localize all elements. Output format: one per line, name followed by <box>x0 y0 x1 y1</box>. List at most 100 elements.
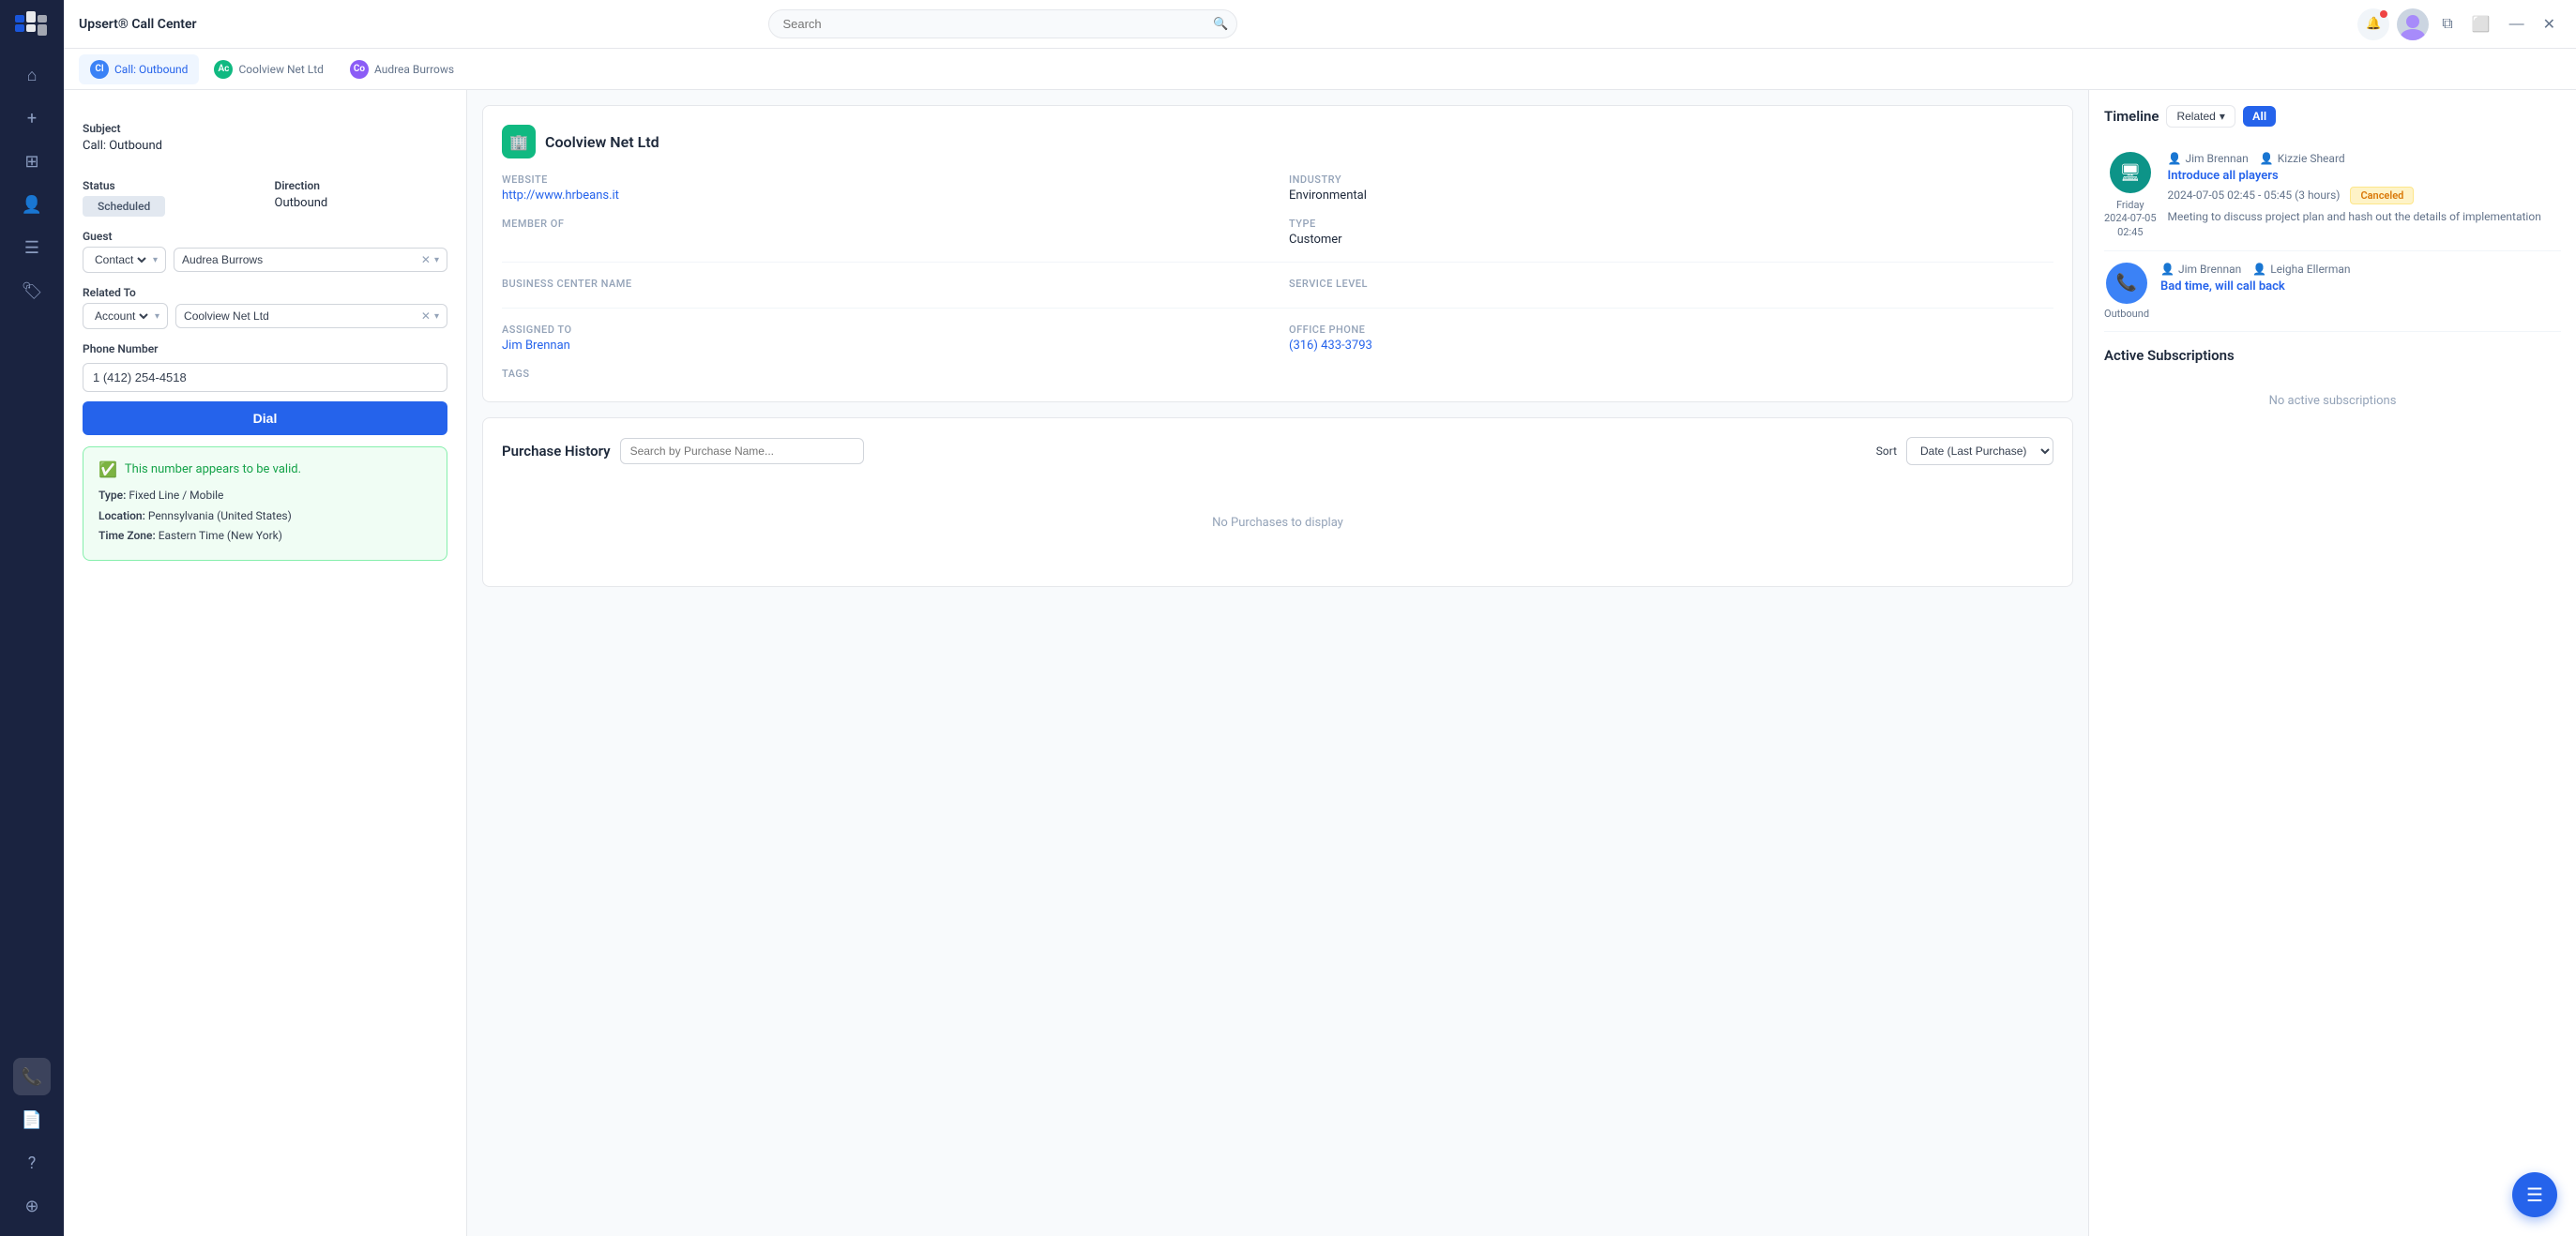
related-label: Related <box>2176 110 2215 123</box>
office-phone-value[interactable]: (316) 433-3793 <box>1289 339 2053 353</box>
related-name-input[interactable] <box>184 309 417 323</box>
guest-type-dropdown[interactable]: Contact <box>91 252 149 267</box>
tab-bar: Cl Call: Outbound Ac Coolview Net Ltd Co… <box>64 49 2576 90</box>
timeline-user1-2[interactable]: 👤 Jim Brennan <box>2160 263 2241 276</box>
dial-button[interactable]: Dial <box>83 401 447 435</box>
tab-badge-coolview: Ac <box>214 60 233 79</box>
fab-button[interactable]: ☰ <box>2512 1172 2557 1217</box>
tab-coolview[interactable]: Ac Coolview Net Ltd <box>203 54 335 84</box>
sort-select[interactable]: Date (Last Purchase) Date (First Purchas… <box>1906 437 2053 465</box>
timeline-users-1: 👤 Jim Brennan 👤 Kizzie Sheard <box>2168 152 2561 165</box>
related-clear-button[interactable]: ✕ <box>421 309 431 323</box>
tags-field: Tags <box>502 368 1266 383</box>
timeline-event-title-1[interactable]: Introduce all players <box>2168 169 2561 183</box>
related-type-select[interactable]: Account ▾ <box>83 303 168 329</box>
home-icon[interactable]: ⌂ <box>13 56 51 94</box>
timeline-users-2: 👤 Jim Brennan 👤 Leigha Ellerman <box>2160 263 2561 276</box>
user-avatar[interactable] <box>2397 8 2429 40</box>
check-icon: ✅ <box>98 460 117 478</box>
related-chevron: ▾ <box>2220 110 2225 123</box>
guest-name-input[interactable] <box>182 253 417 266</box>
canceled-badge: Canceled <box>2350 187 2414 204</box>
tab-label-audrea: Audrea Burrows <box>374 63 454 76</box>
search-bar: 🔍 <box>768 9 1237 38</box>
user-icon-1: 👤 <box>2168 152 2182 165</box>
timeline-user1-1[interactable]: 👤 Jim Brennan <box>2168 152 2249 165</box>
timeline-desc-1: Meeting to discuss project plan and hash… <box>2168 208 2561 225</box>
phone-label: Phone Number <box>83 342 447 355</box>
app-logo[interactable] <box>15 11 49 41</box>
search-input[interactable] <box>768 9 1237 38</box>
business-center-label: Business Center Name <box>502 278 1266 290</box>
account-fields: Website http://www.hrbeans.it Industry E… <box>502 173 2053 247</box>
tab-badge-audrea: Co <box>350 60 369 79</box>
related-to-label: Related To <box>83 286 447 299</box>
guest-clear-button[interactable]: ✕ <box>421 253 431 266</box>
modules-icon[interactable]: ⊕ <box>13 1187 51 1225</box>
account-card-icon: 🏢 <box>502 125 536 158</box>
tab-call-outbound[interactable]: Cl Call: Outbound <box>79 54 199 84</box>
documents-icon[interactable]: 📄 <box>13 1101 51 1138</box>
account-fields-2: Business Center Name Service Level <box>502 278 2053 293</box>
grid-icon[interactable]: ⊞ <box>13 143 51 180</box>
notification-dot <box>2380 10 2387 18</box>
related-button[interactable]: Related ▾ <box>2166 105 2235 128</box>
industry-value: Environmental <box>1289 188 2053 203</box>
related-type-dropdown[interactable]: Account <box>91 309 151 324</box>
validity-box: ✅ This number appears to be valid. Type:… <box>83 446 447 561</box>
industry-field: Industry Environmental <box>1289 173 2053 203</box>
middle-panel: 🏢 Coolview Net Ltd Website http://www.hr… <box>467 90 2088 1236</box>
timeline-user2-2[interactable]: 👤 Leigha Ellerman <box>2252 263 2350 276</box>
tags-label: Tags <box>502 368 1266 380</box>
guest-type-chevron: ▾ <box>153 255 158 265</box>
notification-bell[interactable]: 🔔 <box>2357 8 2389 40</box>
close-button[interactable]: ✕ <box>2538 9 2561 39</box>
account-fields-3: Assigned to Jim Brennan Office Phone (31… <box>502 324 2053 383</box>
purchase-search-input[interactable] <box>620 438 864 464</box>
left-panel: Subject Call: Outbound Status Scheduled … <box>64 90 467 1236</box>
guest-type-select[interactable]: Contact ▾ <box>83 247 166 273</box>
related-type-chevron: ▾ <box>155 311 159 322</box>
search-icon: 🔍 <box>1213 17 1228 31</box>
timeline-date-val-1: 2024-07-05 <box>2104 212 2157 225</box>
assigned-to-value[interactable]: Jim Brennan <box>502 339 1266 353</box>
member-of-field: Member of <box>502 218 1266 247</box>
no-subscriptions-message: No active subscriptions <box>2104 375 2561 427</box>
campaigns-icon[interactable]: 🏷 <box>13 272 51 309</box>
timeline-date-1: Friday 2024-07-05 02:45 <box>2104 199 2157 239</box>
timeline-item-1: 🖥 Friday 2024-07-05 02:45 👤 Jim Brennan <box>2104 141 2561 251</box>
office-phone-field: Office Phone (316) 433-3793 <box>1289 324 2053 353</box>
user-icon-2: 👤 <box>2260 152 2274 165</box>
timeline-content-1: 👤 Jim Brennan 👤 Kizzie Sheard Introduce … <box>2168 152 2561 239</box>
minimize-button[interactable]: — <box>2504 10 2530 38</box>
right-panel: Timeline Related ▾ All 🖥 Friday 2024-07-… <box>2088 90 2576 1236</box>
account-card-title: Coolview Net Ltd <box>545 133 659 151</box>
topbar-title: Upsert® Call Center <box>79 17 197 32</box>
timeline-day-1: Friday <box>2104 199 2157 212</box>
new-item-icon[interactable]: + <box>13 99 51 137</box>
external-link-button[interactable]: ⧉ <box>2436 10 2458 38</box>
topbar: Upsert® Call Center 🔍 🔔 ⧉ ⬜ — ✕ <box>64 0 2576 49</box>
content-area: Subject Call: Outbound Status Scheduled … <box>64 90 2576 1236</box>
contacts-icon[interactable]: 👤 <box>13 186 51 223</box>
website-field: Website http://www.hrbeans.it <box>502 173 1266 203</box>
direction-value: Outbound <box>275 196 448 210</box>
phone-sidebar-icon[interactable]: 📞 <box>13 1058 51 1095</box>
purchase-history-card: Purchase History Sort Date (Last Purchas… <box>482 417 2073 587</box>
type-label: Type: <box>98 489 126 502</box>
reports-icon[interactable]: ☰ <box>13 229 51 266</box>
timeline-time-range-1: 2024-07-05 02:45 - 05:45 (3 hours) Cance… <box>2168 187 2561 204</box>
timeline-event-title-2[interactable]: Bad time, will call back <box>2160 279 2561 294</box>
guest-row: Contact ▾ ✕ ▾ <box>83 247 447 273</box>
help-icon[interactable]: ? <box>13 1144 51 1182</box>
website-value[interactable]: http://www.hrbeans.it <box>502 188 1266 203</box>
expand-button[interactable]: ⬜ <box>2466 9 2496 39</box>
user-name-2: Kizzie Sheard <box>2278 152 2345 165</box>
tab-label-coolview: Coolview Net Ltd <box>238 63 324 76</box>
timeline-item-2: 📞 Outbound 👤 Jim Brennan 👤 Leigha Ellerm… <box>2104 251 2561 332</box>
phone-input[interactable] <box>83 363 447 392</box>
all-button[interactable]: All <box>2243 106 2276 127</box>
validity-details: Type: Fixed Line / Mobile Location: Penn… <box>98 486 432 547</box>
timeline-user2-1[interactable]: 👤 Kizzie Sheard <box>2260 152 2345 165</box>
tab-audrea[interactable]: Co Audrea Burrows <box>339 54 465 84</box>
